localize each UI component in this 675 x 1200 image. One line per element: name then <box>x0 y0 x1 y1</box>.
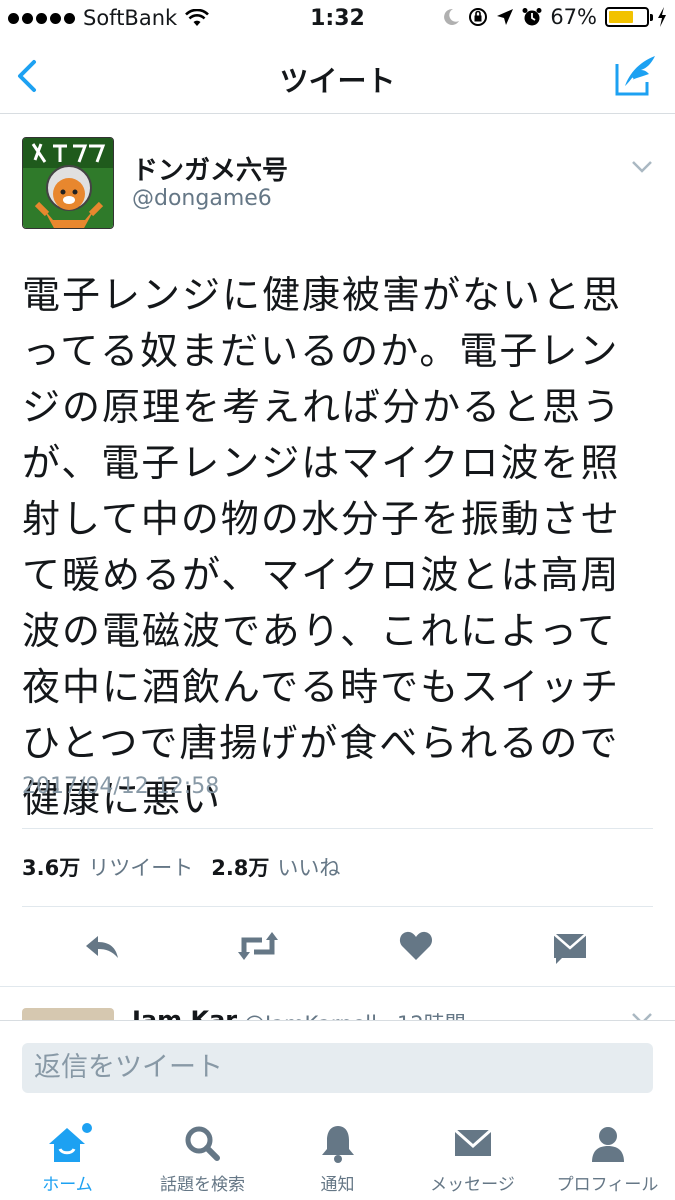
reply-user-handle[interactable]: @JamKarnell · 12時間 <box>244 1008 466 1020</box>
retweet-count[interactable]: 3.6万 <box>22 852 80 882</box>
mail-icon <box>453 1128 492 1156</box>
avatar[interactable] <box>22 137 114 229</box>
avatar[interactable] <box>22 1008 114 1020</box>
tweet-actions <box>0 920 675 976</box>
chevron-down-icon[interactable] <box>631 160 653 174</box>
reply-composer: 返信をツイート <box>0 1020 675 1112</box>
rotation-lock-icon <box>469 8 488 26</box>
tab-home[interactable]: ホーム <box>0 1122 135 1200</box>
tab-label: 通知 <box>320 1175 355 1195</box>
moon-icon <box>444 8 460 25</box>
status-right: 67% <box>442 5 667 29</box>
tab-label: 話題を検索 <box>160 1175 245 1195</box>
tweet-stats: 3.6万 リツイート 2.8万 いいね <box>22 852 358 882</box>
divider <box>22 906 653 907</box>
divider <box>0 986 675 987</box>
avatar-image <box>23 138 113 228</box>
reply-input[interactable]: 返信をツイート <box>22 1043 653 1093</box>
tab-messages[interactable]: メッセージ <box>405 1122 540 1200</box>
user-name[interactable]: ドンガメ六号 <box>132 150 288 187</box>
tab-profile[interactable]: プロフィール <box>540 1122 675 1200</box>
tab-label: プロフィール <box>556 1175 659 1195</box>
like-count[interactable]: 2.8万 <box>211 852 269 882</box>
battery-icon <box>605 7 653 27</box>
like-label[interactable]: いいね <box>277 852 340 882</box>
tab-label: メッセージ <box>430 1175 515 1195</box>
reply-user-name[interactable]: Jam Kar <box>132 1006 237 1020</box>
tweet-text: 電子レンジに健康被害がないと思ってる奴まだいるのか。電子レンジの原理を考えれば分… <box>22 273 623 821</box>
tweet-timestamp: 2017/04/12 12:58 <box>22 774 220 799</box>
compose-tweet-button[interactable] <box>613 52 659 98</box>
charging-icon <box>658 7 666 27</box>
tab-label: ホーム <box>42 1175 93 1195</box>
search-icon <box>185 1126 220 1161</box>
reply-icon[interactable] <box>82 926 122 966</box>
home-icon <box>48 1123 92 1162</box>
alarm-icon <box>522 8 542 26</box>
direct-message-icon[interactable] <box>552 926 588 966</box>
profile-icon <box>591 1127 624 1162</box>
bell-icon <box>321 1126 354 1163</box>
battery-percent: 67% <box>550 5 597 29</box>
retweet-label[interactable]: リツイート <box>88 852 193 882</box>
reply-tweet[interactable]: Jam Kar @JamKarnell · 12時間 <box>0 1000 675 1020</box>
user-handle[interactable]: @dongame6 <box>132 186 272 211</box>
divider <box>22 828 653 829</box>
like-icon[interactable] <box>396 926 436 966</box>
tab-notifications[interactable]: 通知 <box>270 1122 405 1200</box>
retweet-icon[interactable] <box>236 926 280 966</box>
tab-bar: ホーム 話題を検索 通知 メッセージ プロフィール <box>0 1112 675 1200</box>
nav-bar: ツイート <box>0 38 675 114</box>
page-title: ツイート <box>279 64 396 98</box>
tab-search[interactable]: 話題を検索 <box>135 1122 270 1200</box>
location-icon <box>497 9 514 25</box>
status-bar: SoftBank 1:32 67% <box>0 0 675 38</box>
chevron-down-icon[interactable] <box>631 1012 653 1020</box>
